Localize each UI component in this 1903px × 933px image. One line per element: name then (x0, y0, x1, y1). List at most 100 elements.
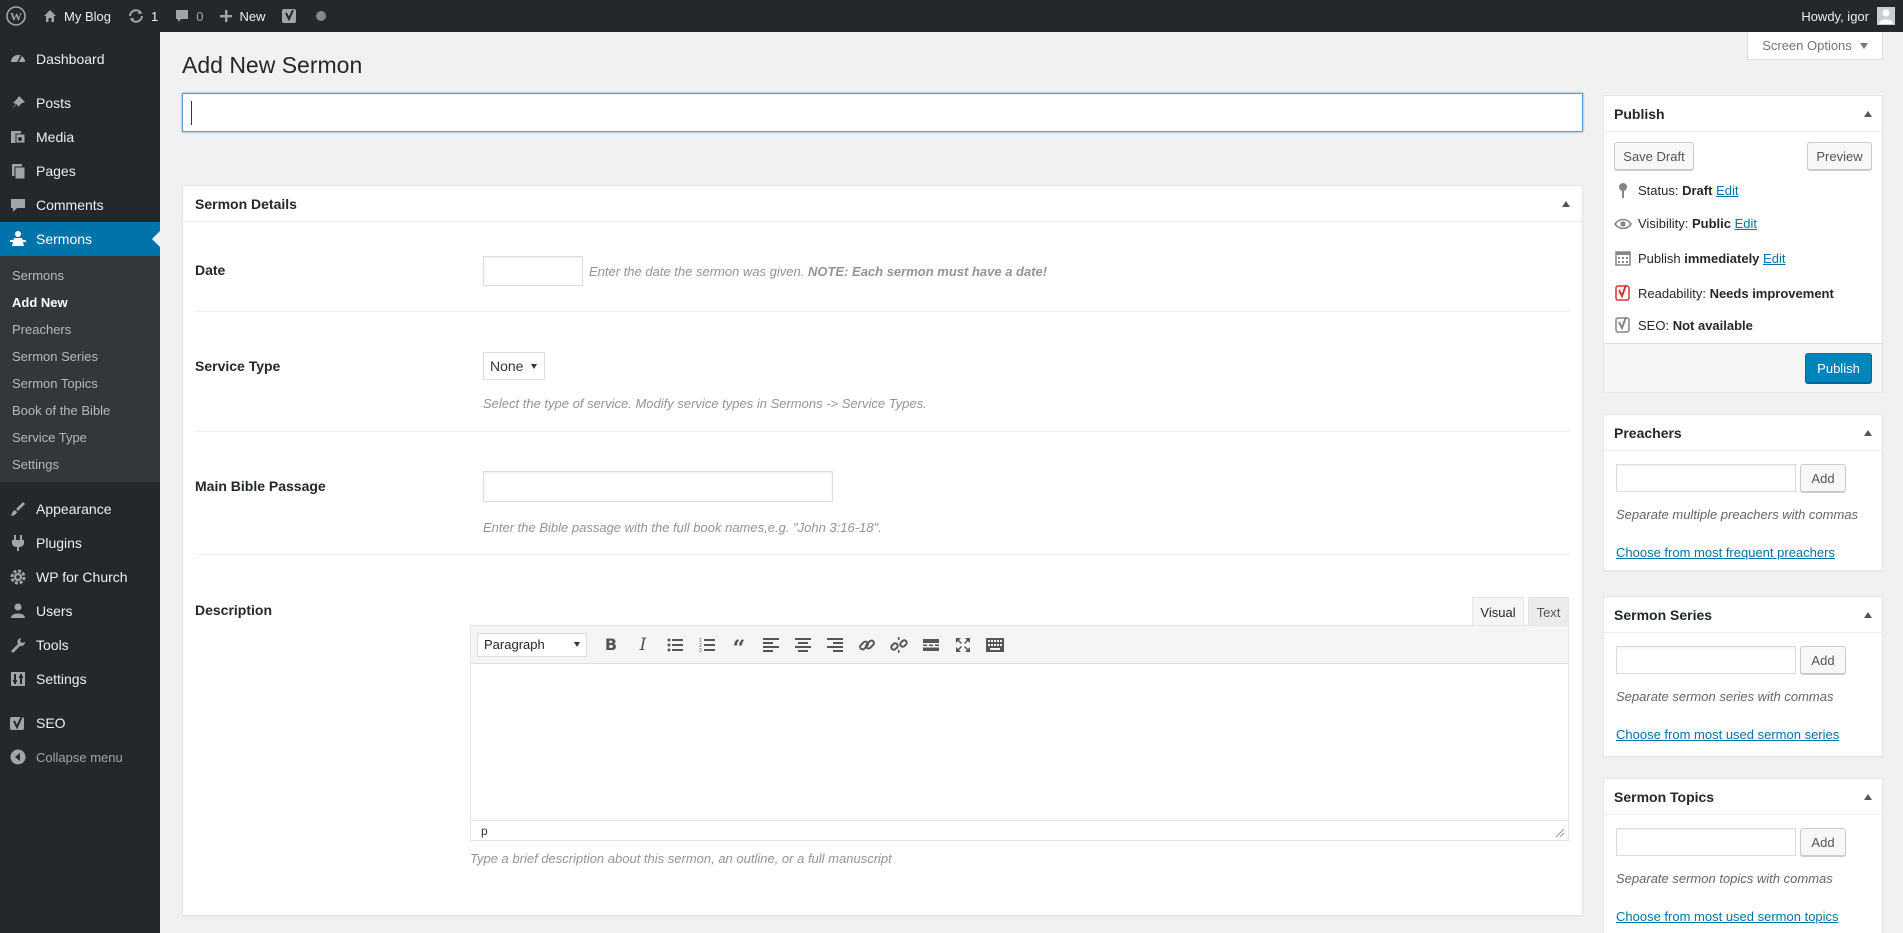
bible-passage-input[interactable] (483, 471, 833, 502)
admin-bar: W My Blog 1 0 New Howdy, igor (0, 0, 1903, 32)
menu-sermons[interactable]: Sermons (0, 222, 160, 256)
submenu-add-new[interactable]: Add New (0, 289, 160, 316)
choose-series-link[interactable]: Choose from most used sermon series (1616, 727, 1839, 742)
collapse-toggle-icon[interactable] (1864, 429, 1872, 436)
submenu-preachers[interactable]: Preachers (0, 316, 160, 343)
menu-media[interactable]: Media (0, 120, 160, 154)
tab-visual[interactable]: Visual (1472, 597, 1524, 626)
numbered-list-button[interactable]: 123 (691, 630, 723, 660)
menu-collapse[interactable]: Collapse menu (0, 740, 160, 774)
sermon-series-header[interactable]: Sermon Series (1604, 597, 1882, 633)
preachers-header[interactable]: Preachers (1604, 415, 1882, 451)
sermon-topics-title: Sermon Topics (1614, 788, 1715, 805)
submenu-sermon-series[interactable]: Sermon Series (0, 343, 160, 370)
align-right-button[interactable] (819, 630, 851, 660)
publish-title: Publish (1614, 105, 1665, 122)
seo-admin-link[interactable] (273, 0, 307, 32)
site-name-link[interactable]: My Blog (34, 0, 119, 32)
sermon-series-input[interactable] (1616, 646, 1796, 674)
choose-preachers-link[interactable]: Choose from most frequent preachers (1616, 545, 1835, 560)
updates-icon (127, 8, 145, 24)
add-series-button[interactable]: Add (1800, 646, 1846, 674)
bullet-list-button[interactable] (659, 630, 691, 660)
collapse-toggle-icon[interactable] (1864, 793, 1872, 800)
add-topic-button[interactable]: Add (1800, 828, 1846, 856)
menu-plugins[interactable]: Plugins (0, 526, 160, 560)
collapse-toggle-icon[interactable] (1864, 110, 1872, 117)
choose-topics-link[interactable]: Choose from most used sermon topics (1616, 909, 1839, 924)
editor-content-area[interactable] (471, 664, 1568, 820)
submenu-service-type[interactable]: Service Type (0, 424, 160, 451)
sermons-submenu: Sermons Add New Preachers Sermon Series … (0, 256, 160, 482)
publish-date-value: immediately (1684, 250, 1760, 266)
fullscreen-icon (955, 637, 971, 653)
edit-status-link[interactable]: Edit (1716, 183, 1738, 198)
collapse-toggle-icon[interactable] (1864, 611, 1872, 618)
submenu-sermons[interactable]: Sermons (0, 262, 160, 289)
menu-settings[interactable]: Settings (0, 662, 160, 696)
menu-posts[interactable]: Posts (0, 86, 160, 120)
visibility-label: Visibility: (1638, 216, 1689, 231)
collapse-icon (8, 748, 28, 766)
preachers-input[interactable] (1616, 464, 1796, 492)
updates-link[interactable]: 1 (119, 0, 166, 32)
submenu-book-of-the-bible[interactable]: Book of the Bible (0, 397, 160, 424)
menu-dashboard[interactable]: Dashboard (0, 42, 160, 76)
insert-link-button[interactable] (851, 630, 883, 660)
menu-seo[interactable]: SEO (0, 706, 160, 740)
resize-handle-icon[interactable] (1555, 828, 1565, 838)
post-title-input[interactable] (182, 93, 1583, 132)
sermon-details-header[interactable]: Sermon Details (183, 186, 1582, 222)
collapse-toggle-icon[interactable] (1562, 200, 1570, 207)
menu-label: Comments (36, 197, 104, 213)
menu-users[interactable]: Users (0, 594, 160, 628)
edit-date-link[interactable]: Edit (1763, 251, 1785, 266)
blockquote-button[interactable]: “ (723, 630, 755, 660)
status-row: Status: Draft Edit (1614, 182, 1738, 198)
toolbar-toggle-button[interactable] (979, 630, 1011, 660)
preview-button[interactable]: Preview (1807, 142, 1872, 170)
date-input[interactable] (483, 256, 583, 286)
tab-text[interactable]: Text (1528, 597, 1569, 626)
format-value: Paragraph (484, 637, 545, 652)
seo-score-indicator[interactable] (307, 0, 335, 32)
publish-button[interactable]: Publish (1805, 353, 1872, 383)
menu-label: Posts (36, 95, 72, 111)
align-center-button[interactable] (787, 630, 819, 660)
sermon-series-title: Sermon Series (1614, 606, 1713, 623)
menu-wp-for-church[interactable]: WP for Church (0, 560, 160, 594)
service-type-select[interactable]: None (483, 352, 545, 380)
publish-header[interactable]: Publish (1604, 96, 1882, 132)
sermon-topics-input[interactable] (1616, 828, 1796, 856)
menu-appearance[interactable]: Appearance (0, 492, 160, 526)
new-label: New (239, 8, 266, 24)
svg-text:3: 3 (699, 648, 702, 652)
align-left-button[interactable] (755, 630, 787, 660)
edit-visibility-link[interactable]: Edit (1735, 216, 1757, 231)
format-select[interactable]: Paragraph (477, 632, 587, 657)
site-name: My Blog (64, 8, 111, 24)
menu-pages[interactable]: Pages (0, 154, 160, 188)
bold-button[interactable]: B (595, 630, 627, 660)
menu-comments[interactable]: Comments (0, 188, 160, 222)
screen-options-button[interactable]: Screen Options (1747, 32, 1883, 60)
menu-tools[interactable]: Tools (0, 628, 160, 662)
comment-icon (174, 8, 190, 24)
remove-link-button[interactable] (883, 630, 915, 660)
seo-gray-icon (1614, 316, 1632, 334)
submenu-sermon-topics[interactable]: Sermon Topics (0, 370, 160, 397)
sermon-topics-help: Separate sermon topics with commas (1616, 871, 1833, 886)
save-draft-button[interactable]: Save Draft (1614, 142, 1694, 170)
sermon-topics-header[interactable]: Sermon Topics (1604, 779, 1882, 815)
italic-button[interactable]: I (627, 630, 659, 660)
calendar-icon (1614, 250, 1632, 266)
submenu-settings[interactable]: Settings (0, 451, 160, 478)
service-type-help: Select the type of service. Modify servi… (483, 396, 927, 411)
fullscreen-button[interactable] (947, 630, 979, 660)
new-content-link[interactable]: New (211, 0, 273, 32)
wp-logo-button[interactable]: W (0, 0, 34, 32)
comments-link[interactable]: 0 (166, 0, 211, 32)
my-account-link[interactable]: Howdy, igor (1793, 0, 1903, 32)
add-preacher-button[interactable]: Add (1800, 464, 1846, 492)
read-more-button[interactable] (915, 630, 947, 660)
